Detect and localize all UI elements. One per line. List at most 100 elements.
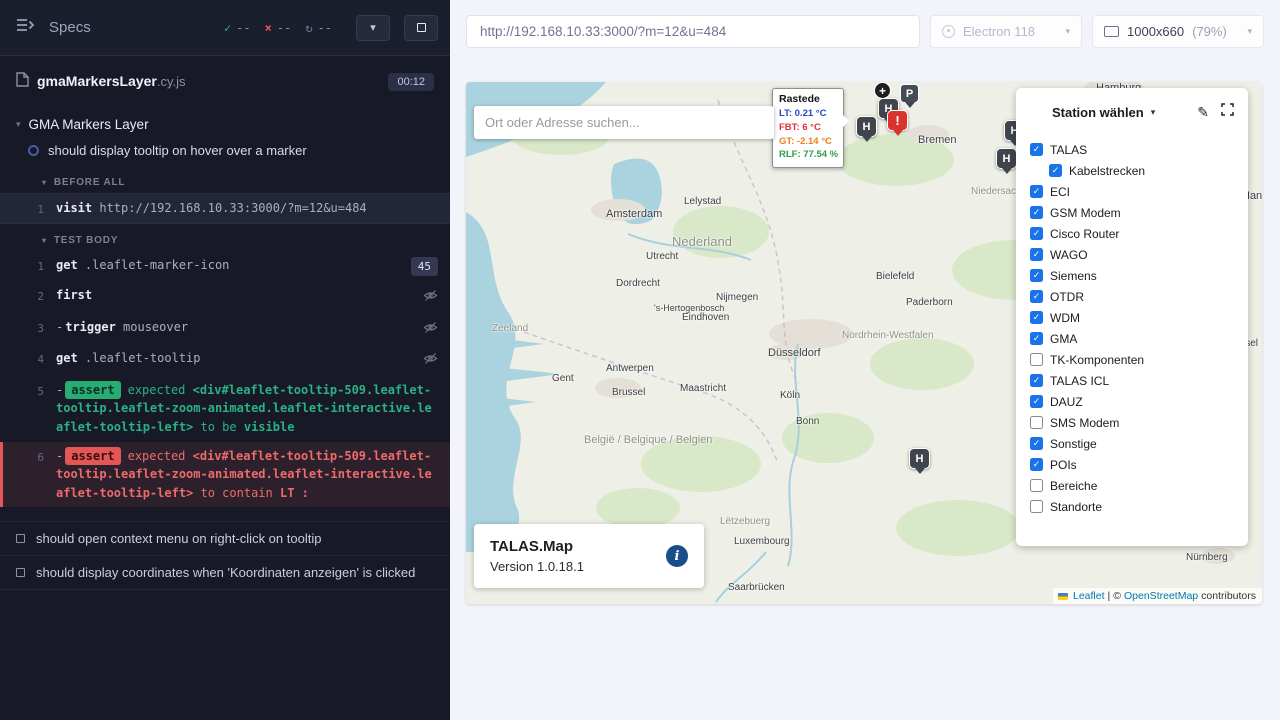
filter-label: TK-Komponenten [1050, 353, 1144, 367]
attribution-suffix: contributors [1201, 590, 1256, 602]
attribution-separator: | [1108, 590, 1111, 602]
station-filter-dauz[interactable]: ✓DAUZ [1030, 391, 1234, 412]
station-filter-talas[interactable]: ✓TALAS [1030, 139, 1234, 160]
osm-link[interactable]: OpenStreetMap [1124, 590, 1198, 602]
checkbox-checked[interactable]: ✓ [1030, 311, 1043, 324]
cypress-reporter: Specs ✓-- ×-- ↻-- ▾ gmaMarkersLayer.cy.j… [0, 0, 450, 720]
command-log: ▾BEFORE ALL1visit http://192.168.10.33:3… [0, 166, 450, 507]
station-filter-wdm[interactable]: ✓ WDM [1030, 307, 1234, 328]
filter-label: WDM [1050, 311, 1080, 325]
station-filter-standorte[interactable]: Standorte [1030, 496, 1234, 517]
station-marker[interactable]: H [996, 148, 1017, 169]
checkbox-unchecked[interactable] [1030, 479, 1043, 492]
checkbox-checked[interactable]: ✓ [1030, 269, 1043, 282]
command-trigger[interactable]: 3-trigger mouseover [0, 313, 450, 345]
section-label: TEST BODY [54, 235, 118, 246]
filter-label: WAGO [1050, 248, 1088, 262]
station-filter-wago[interactable]: ✓ WAGO [1030, 244, 1234, 265]
viewport-select[interactable]: 1000x660 (79%) ▾ [1092, 15, 1264, 48]
command-get[interactable]: 1get .leaflet-marker-icon45 [0, 251, 450, 281]
station-filter-kabelstrecken[interactable]: ✓Kabelstrecken [1030, 160, 1234, 181]
leaflet-map[interactable]: HamburgBremenNiedersachsenHannoverFrysla… [466, 82, 1262, 604]
edit-icon[interactable]: ✎ [1197, 104, 1209, 121]
panel-header: Station wählen ▾ ✎ [1016, 88, 1248, 130]
expand-icon[interactable] [1221, 103, 1234, 121]
section-header-before-all[interactable]: ▾BEFORE ALL [0, 166, 450, 193]
command-get[interactable]: 4get .leaflet-tooltip [0, 344, 450, 376]
pending-square-icon [16, 568, 25, 577]
checkbox-checked[interactable]: ✓ [1030, 227, 1043, 240]
station-filter-eci[interactable]: ✓ECI [1030, 181, 1234, 202]
panel-title[interactable]: Station wählen [1052, 105, 1144, 120]
running-spinner-icon [28, 145, 39, 156]
station-filter-siemens[interactable]: ✓Siemens [1030, 265, 1234, 286]
station-marker[interactable]: H [909, 448, 930, 469]
leaflet-link[interactable]: Leaflet [1073, 590, 1105, 602]
checkbox-checked[interactable]: ✓ [1030, 437, 1043, 450]
station-filter-gsm-modem[interactable]: ✓GSM Modem [1030, 202, 1234, 223]
info-icon[interactable]: i [666, 545, 688, 567]
test-pending[interactable]: should open context menu on right-click … [0, 522, 450, 556]
parking-marker[interactable]: P [900, 84, 919, 103]
station-filter-tk-komponenten[interactable]: TK-Komponenten [1030, 349, 1234, 370]
pending-count: -- [318, 21, 332, 35]
command-assert[interactable]: 5-assertexpected <div#leaflet-tooltip-50… [0, 376, 450, 442]
checkbox-unchecked[interactable] [1030, 500, 1043, 513]
checkbox-checked[interactable]: ✓ [1030, 290, 1043, 303]
collapse-all-button[interactable]: ▾ [356, 15, 390, 41]
command-first[interactable]: 2first [0, 281, 450, 313]
checkbox-checked[interactable]: ✓ [1030, 332, 1043, 345]
specs-menu-icon[interactable] [16, 18, 35, 37]
station-filter-cisco-router[interactable]: ✓ Cisco Router [1030, 223, 1234, 244]
eye-off-icon [423, 352, 438, 371]
specs-label[interactable]: Specs [49, 19, 91, 36]
plus-marker[interactable]: + [874, 82, 891, 99]
passed-count: -- [236, 21, 250, 35]
tooltip-measurement: LT: 0.21 °C [779, 107, 837, 121]
filter-label: Bereiche [1050, 479, 1097, 493]
browser-label: Electron 118 [963, 24, 1035, 39]
checkbox-checked[interactable]: ✓ [1030, 206, 1043, 219]
station-filter-sonstige[interactable]: ✓Sonstige [1030, 433, 1234, 454]
station-filter-otdr[interactable]: ✓OTDR [1030, 286, 1234, 307]
chevron-down-icon: ▾ [42, 178, 47, 187]
stop-button[interactable] [404, 15, 438, 41]
electron-icon [942, 25, 955, 38]
section-header-test-body[interactable]: ▾TEST BODY [0, 224, 450, 251]
checkbox-checked[interactable]: ✓ [1030, 185, 1043, 198]
station-filter-pois[interactable]: ✓ POIs [1030, 454, 1234, 475]
checkbox-unchecked[interactable] [1030, 416, 1043, 429]
command-assert[interactable]: 6-assertexpected <div#leaflet-tooltip-50… [0, 442, 450, 508]
map-label-maastricht: Maastricht [680, 383, 726, 394]
suite-gma-markers-layer[interactable]: ▾ GMA Markers Layer [0, 103, 450, 138]
url-bar[interactable]: http://192.168.10.33:3000/?m=12&u=484 [466, 15, 920, 48]
checkbox-checked[interactable]: ✓ [1049, 164, 1062, 177]
filter-label: POIs [1050, 458, 1077, 472]
station-filter-gma[interactable]: ✓GMA [1030, 328, 1234, 349]
checkbox-checked[interactable]: ✓ [1030, 374, 1043, 387]
station-marker[interactable]: H [856, 116, 877, 137]
station-filter-sms-modem[interactable]: SMS Modem [1030, 412, 1234, 433]
command-visit[interactable]: 1visit http://192.168.10.33:3000/?m=12&u… [0, 193, 450, 224]
stop-icon [417, 23, 426, 32]
test-pending[interactable]: should display coordinates when 'Koordin… [0, 556, 450, 590]
station-filter-talas-icl[interactable]: ✓TALAS ICL [1030, 370, 1234, 391]
alert-marker[interactable]: ! [887, 110, 908, 131]
search-input[interactable] [485, 115, 763, 130]
checkbox-unchecked[interactable] [1030, 353, 1043, 366]
map-attribution: Leaflet | © OpenStreetMap contributors [1053, 588, 1262, 604]
chevron-down-icon[interactable]: ▾ [1151, 107, 1156, 118]
browser-select[interactable]: Electron 118 ▾ [930, 15, 1082, 48]
station-filter-bereiche[interactable]: Bereiche [1030, 475, 1234, 496]
map-search[interactable] [474, 106, 774, 139]
checkbox-checked[interactable]: ✓ [1030, 143, 1043, 156]
checkbox-checked[interactable]: ✓ [1030, 458, 1043, 471]
map-info-card: TALAS.Map Version 1.0.18.1 i [474, 524, 704, 588]
viewport-zoom: (79%) [1192, 24, 1227, 39]
command-number: 1 [0, 256, 56, 275]
checkbox-checked[interactable]: ✓ [1030, 248, 1043, 261]
test-active[interactable]: should display tooltip on hover over a m… [0, 138, 450, 166]
map-label-nijmegen: Nijmegen [716, 292, 758, 303]
filter-label: Cisco Router [1050, 227, 1119, 241]
checkbox-checked[interactable]: ✓ [1030, 395, 1043, 408]
